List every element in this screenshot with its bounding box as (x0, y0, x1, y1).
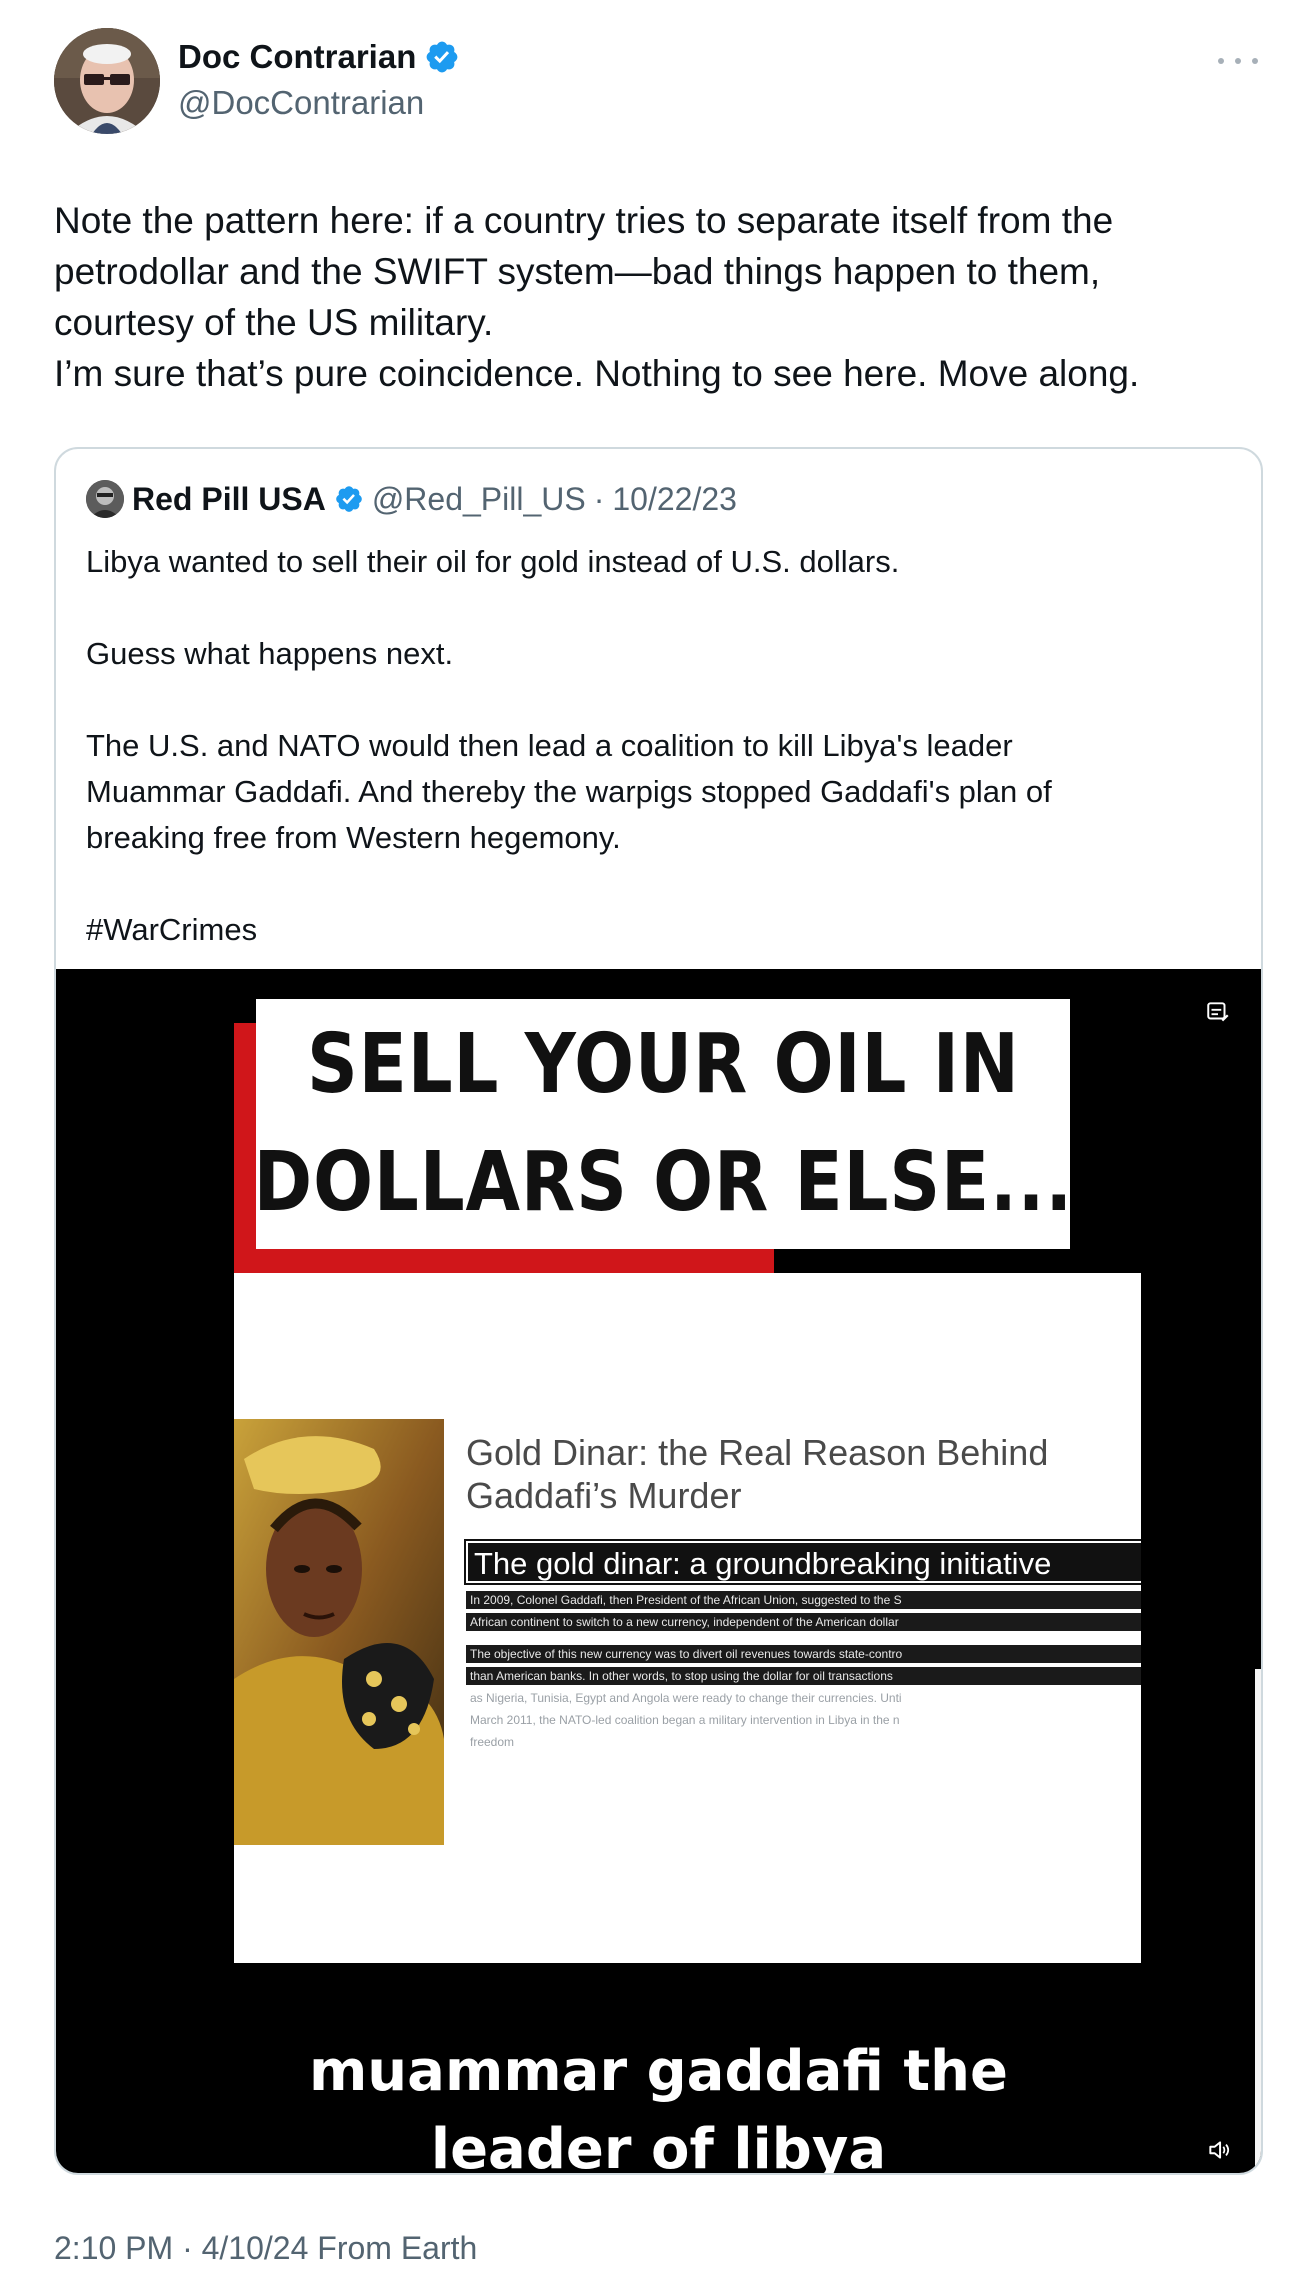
article-body-line: In 2009, Colonel Gaddafi, then President… (466, 1591, 1141, 1609)
quoted-author-name[interactable]: Red Pill USA (132, 481, 326, 518)
article-body-line: than American banks. In other words, to … (466, 1667, 1141, 1685)
tweet-line: I’m sure that’s pure coincidence. Nothin… (54, 353, 1140, 394)
tweet-line: Note the pattern here: if a country trie… (54, 200, 1114, 241)
author-avatar[interactable] (54, 28, 160, 134)
headline-line: DOLLARS OR ELSE... (253, 1135, 1073, 1230)
article-section-heading: The gold dinar: a groundbreaking initiat… (464, 1539, 1141, 1585)
article-body-line: freedom (470, 1735, 515, 1749)
article-title-line: Gaddafi’s Murder (466, 1475, 742, 1516)
author-name-row[interactable]: Doc Contrarian (178, 38, 460, 76)
article-body-line: as Nigeria, Tunisia, Egypt and Angola we… (470, 1691, 902, 1705)
quoted-line (86, 585, 1226, 631)
author-handle[interactable]: @DocContrarian (178, 84, 424, 122)
more-dot-icon (1235, 58, 1241, 64)
quoted-line (86, 677, 1226, 723)
more-dot-icon (1218, 58, 1224, 64)
headline-line: SELL YOUR OIL IN (306, 1017, 1020, 1112)
quoted-tweet-date[interactable]: 10/22/23 (612, 481, 737, 518)
quoted-author-avatar[interactable] (86, 480, 124, 518)
volume-icon[interactable] (1205, 2137, 1233, 2163)
quoted-line: Libya wanted to sell their oil for gold … (86, 544, 900, 579)
tweet-timestamp: 2:10 PM · 4/10/24 From Earth (54, 2230, 477, 2267)
tweet-date[interactable]: 4/10/24 (202, 2230, 309, 2266)
video-player[interactable]: SELL YOUR OIL IN DOLLARS OR ELSE... Gold… (56, 969, 1261, 2175)
gaddafi-portrait-image (234, 1419, 444, 1845)
quoted-tweet-header: Red Pill USA @Red_Pill_US · 10/22/23 (86, 479, 737, 519)
video-headline: SELL YOUR OIL IN DOLLARS OR ELSE... (253, 999, 1073, 1249)
tweet-line: courtesy of the US military. (54, 302, 494, 343)
tweet-text: Note the pattern here: if a country trie… (54, 195, 1254, 399)
avatar-image (86, 480, 124, 518)
more-dot-icon (1252, 58, 1258, 64)
quoted-author-handle[interactable]: @Red_Pill_US (372, 481, 586, 518)
quoted-line: breaking free from Western hegemony. (86, 820, 621, 855)
quoted-line (86, 861, 1226, 907)
content-warning-icon[interactable] (1205, 999, 1231, 1025)
hashtag-link[interactable]: #WarCrimes (86, 907, 1226, 953)
quoted-line: The U.S. and NATO would then lead a coal… (86, 728, 1013, 763)
avatar-image (54, 28, 160, 134)
tweet-line: petrodollar and the SWIFT system—bad thi… (54, 251, 1101, 292)
article-body-line: March 2011, the NATO-led coalition began… (470, 1713, 900, 1727)
tweet-time[interactable]: 2:10 PM (54, 2230, 173, 2266)
video-caption-line: leader of libya (430, 2117, 887, 2175)
quoted-line: Guess what happens next. (86, 636, 454, 671)
author-name[interactable]: Doc Contrarian (178, 38, 416, 76)
quoted-tweet-card[interactable]: Red Pill USA @Red_Pill_US · 10/22/23 Lib… (54, 447, 1263, 2175)
more-options-button[interactable] (1218, 48, 1258, 74)
article-body-line: African continent to switch to a new cur… (466, 1613, 1141, 1631)
article-body-line: The objective of this new currency was t… (466, 1645, 1141, 1663)
article-screenshot: Gold Dinar: the Real Reason Behind Gadda… (234, 1273, 1141, 1963)
video-caption-line: muammar gaddafi the (308, 2039, 1009, 2104)
article-title-line: Gold Dinar: the Real Reason Behind (466, 1432, 1049, 1473)
tweet-source: From Earth (317, 2230, 478, 2266)
separator-dot: · (182, 2230, 193, 2266)
article-title: Gold Dinar: the Real Reason Behind Gadda… (466, 1431, 1141, 1517)
verified-badge-icon (336, 486, 362, 512)
quoted-line: Muammar Gaddafi. And thereby the warpigs… (86, 774, 1052, 809)
verified-badge-icon (427, 41, 458, 73)
separator-dot: · (593, 480, 605, 517)
quoted-tweet-text: Libya wanted to sell their oil for gold … (86, 539, 1226, 953)
